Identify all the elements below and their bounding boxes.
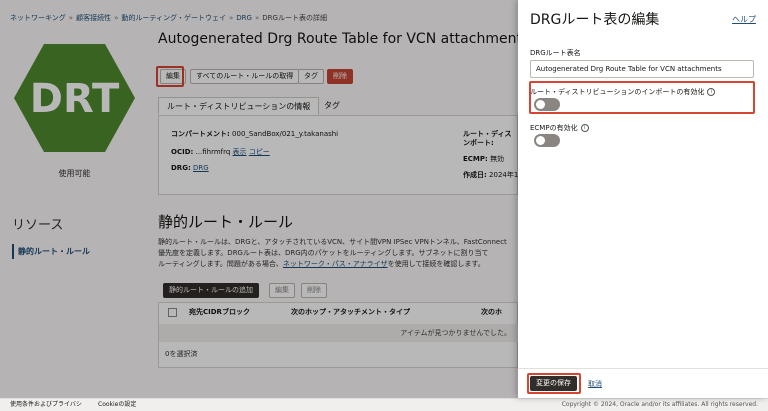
edit-drg-route-table-panel: DRGルート表の編集 ヘルプ DRGルート表名 ルート・ディストリビューションの… xyxy=(518,0,768,398)
cancel-link[interactable]: 取消 xyxy=(588,379,602,389)
import-toggle-highlight xyxy=(529,81,755,114)
cookie-settings-link[interactable]: Cookieの設定 xyxy=(98,399,136,411)
help-link[interactable]: ヘルプ xyxy=(732,14,756,25)
terms-link[interactable]: 使用条件およびプライバシ xyxy=(10,399,82,411)
info-icon[interactable]: i xyxy=(580,124,589,132)
panel-title: DRGルート表の編集 xyxy=(530,12,660,28)
ecmp-toggle-label: ECMPの有効化 i xyxy=(530,123,589,133)
panel-footer: 変更の保存 取消 xyxy=(518,368,768,398)
ecmp-toggle[interactable] xyxy=(534,134,560,147)
save-button-highlight xyxy=(527,373,581,394)
modal-overlay[interactable] xyxy=(0,0,518,398)
name-field-label: DRGルート表名 xyxy=(530,49,581,57)
footer: 使用条件およびプライバシ Cookieの設定 Copyright © 2024,… xyxy=(0,398,768,411)
copyright-text: Copyright © 2024, Oracle and/or its affi… xyxy=(561,401,758,408)
toggle-knob xyxy=(536,136,545,145)
route-table-name-input[interactable] xyxy=(530,60,754,78)
